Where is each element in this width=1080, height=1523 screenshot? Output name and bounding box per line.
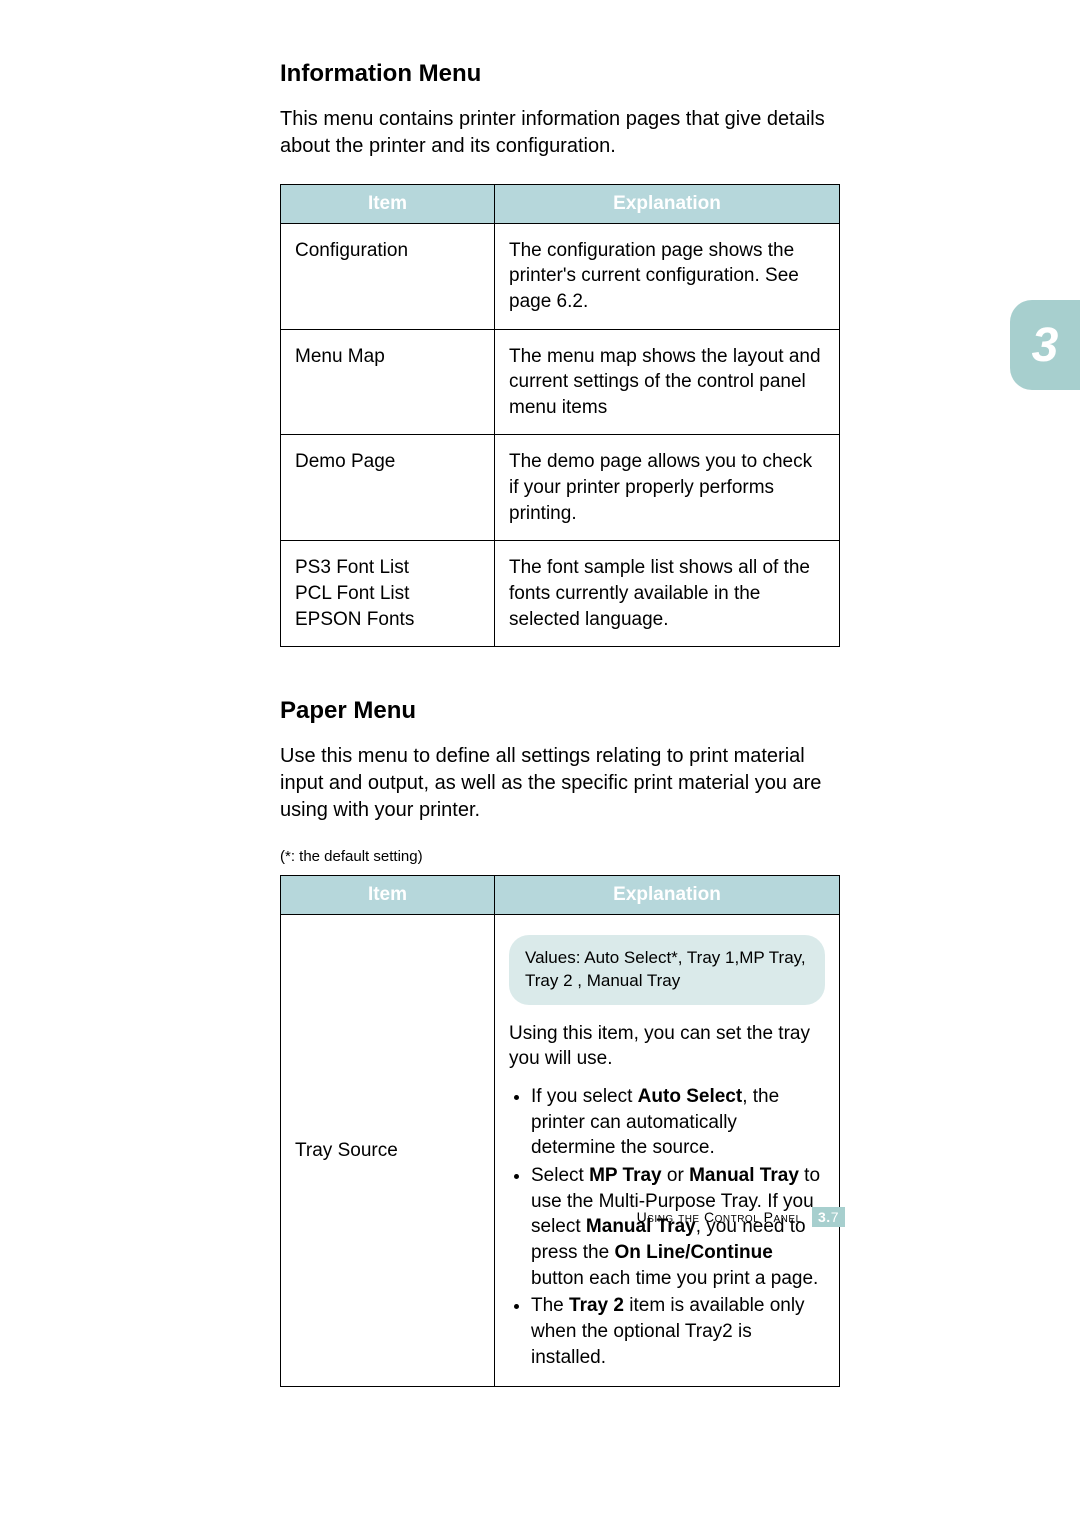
info-menu-title: Information Menu — [280, 60, 840, 88]
paper-menu-title: Paper Menu — [280, 697, 840, 725]
default-setting-note: (*: the default setting) — [280, 848, 840, 865]
footer-section-title: Using the Control Panel — [637, 1209, 802, 1225]
text: or — [662, 1165, 689, 1186]
cell-item: Menu Map — [281, 329, 495, 435]
table-row: Demo Page The demo page allows you to ch… — [281, 435, 840, 541]
footer-page: 7 — [831, 1209, 839, 1225]
paper-menu-intro: Use this menu to define all settings rel… — [280, 743, 840, 824]
cell-explanation: The demo page allows you to check if you… — [495, 435, 840, 541]
tray-source-desc: Using this item, you can set the tray yo… — [509, 1021, 825, 1072]
cell-explanation: The menu map shows the layout and curren… — [495, 329, 840, 435]
col-header-explanation: Explanation — [495, 185, 840, 224]
page-number-box: 3.7 — [812, 1207, 845, 1227]
paper-menu-table: Item Explanation Tray Source Values: Aut… — [280, 875, 840, 1387]
text: button each time you print a page. — [531, 1268, 818, 1289]
cell-item-fonts: PS3 Font List PCL Font List EPSON Fonts — [281, 541, 495, 647]
cell-item: Tray Source — [281, 914, 495, 1386]
cell-item: Demo Page — [281, 435, 495, 541]
info-menu-intro: This menu contains printer information p… — [280, 106, 840, 160]
col-header-item: Item — [281, 185, 495, 224]
cell-explanation: The font sample list shows all of the fo… — [495, 541, 840, 647]
document-page: 3 Information Menu This menu contains pr… — [0, 0, 1080, 1387]
item-line: EPSON Fonts — [295, 607, 480, 633]
text: Select — [531, 1165, 589, 1186]
table-header-row: Item Explanation — [281, 185, 840, 224]
content-area: Information Menu This menu contains prin… — [280, 60, 840, 1387]
table-row: Menu Map The menu map shows the layout a… — [281, 329, 840, 435]
cell-item: Configuration — [281, 223, 495, 329]
info-menu-table: Item Explanation Configuration The confi… — [280, 184, 840, 647]
table-row: Tray Source Values: Auto Select*, Tray 1… — [281, 914, 840, 1386]
col-header-item: Item — [281, 876, 495, 915]
bold-text: Auto Select — [638, 1086, 743, 1107]
values-box: Values: Auto Select*, Tray 1,MP Tray, Tr… — [509, 935, 825, 1005]
cell-explanation: The configuration page shows the printer… — [495, 223, 840, 329]
bold-text: Tray 2 — [569, 1295, 624, 1316]
list-item: The Tray 2 item is available only when t… — [531, 1293, 825, 1370]
text: If you select — [531, 1086, 638, 1107]
table-header-row: Item Explanation — [281, 876, 840, 915]
table-row: PS3 Font List PCL Font List EPSON Fonts … — [281, 541, 840, 647]
bold-text: On Line/Continue — [614, 1242, 772, 1263]
bold-text: Manual Tray — [689, 1165, 799, 1186]
item-line: PS3 Font List — [295, 555, 480, 581]
chapter-tab: 3 — [1010, 300, 1080, 390]
text: The — [531, 1295, 569, 1316]
item-line: PCL Font List — [295, 581, 480, 607]
table-row: Configuration The configuration page sho… — [281, 223, 840, 329]
footer-chapter: 3. — [818, 1209, 831, 1225]
col-header-explanation: Explanation — [495, 876, 840, 915]
bold-text: MP Tray — [589, 1165, 662, 1186]
list-item: If you select Auto Select, the printer c… — [531, 1084, 825, 1161]
page-footer: Using the Control Panel 3.7 — [637, 1207, 845, 1227]
chapter-number: 3 — [1032, 318, 1059, 373]
cell-explanation: Values: Auto Select*, Tray 1,MP Tray, Tr… — [495, 914, 840, 1386]
